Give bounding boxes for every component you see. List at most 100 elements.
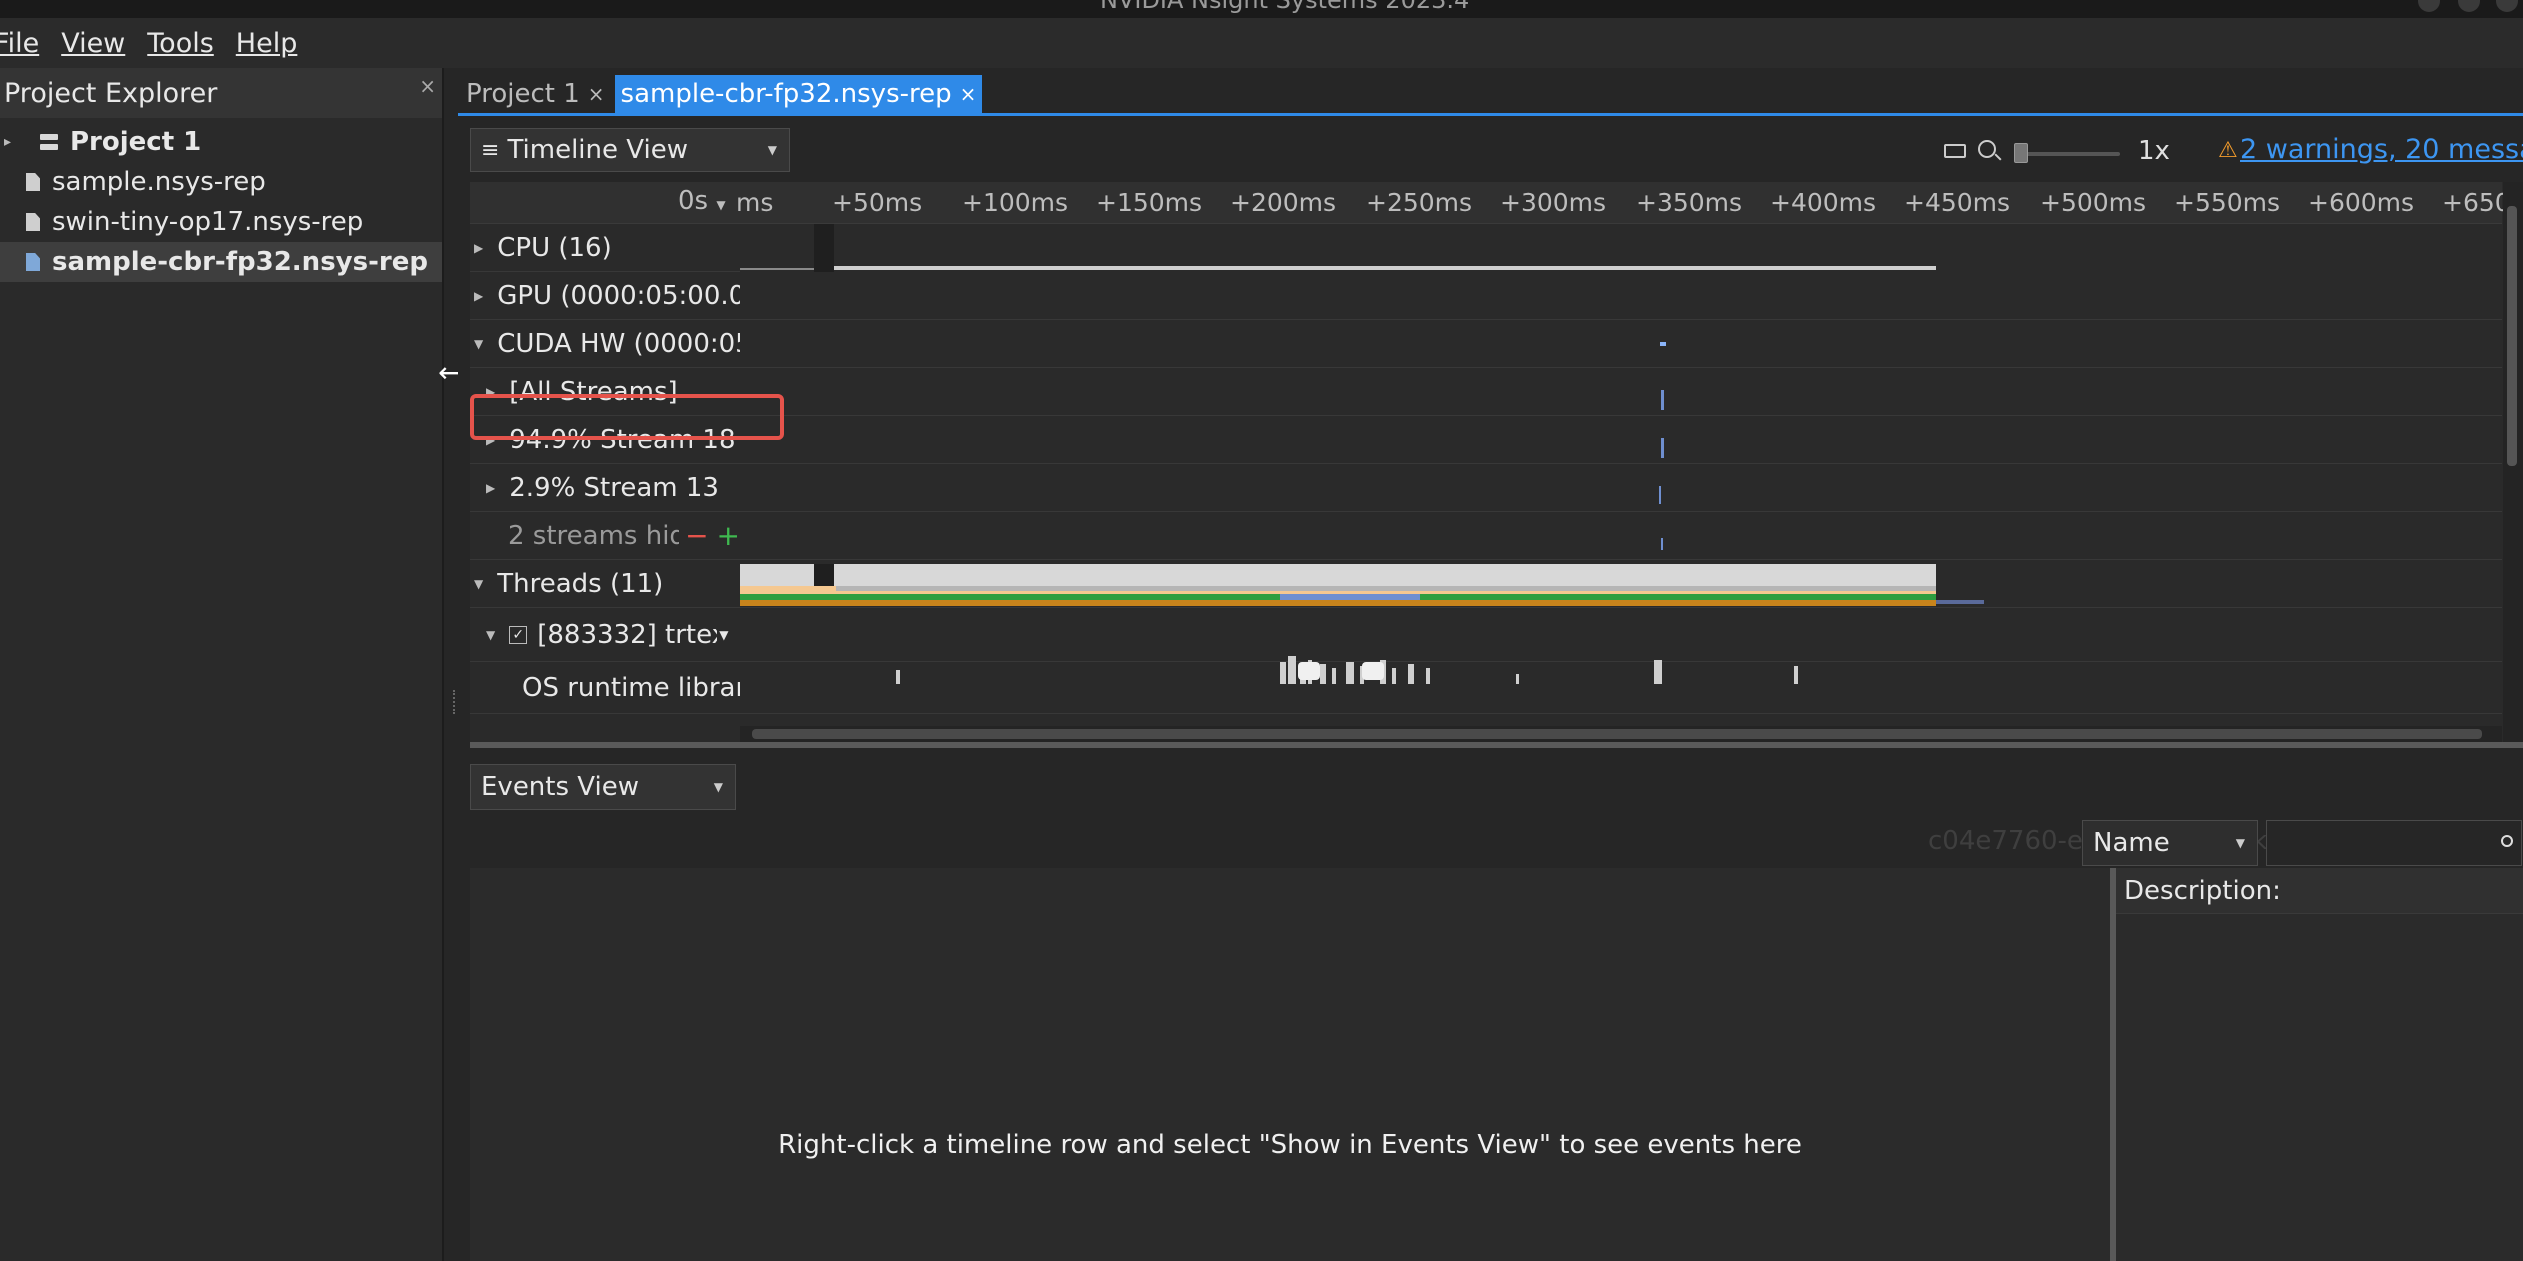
description-label: Description: — [2116, 868, 2523, 914]
chevron-right-icon[interactable]: ▶ — [486, 433, 495, 447]
events-empty-message: Right-click a timeline row and select "S… — [778, 1130, 1802, 1160]
chevron-right-icon[interactable]: ▸ — [4, 134, 18, 150]
scrollbar-thumb[interactable] — [752, 729, 2482, 739]
ruler-tick: +450ms — [1904, 188, 2011, 217]
close-icon[interactable]: × — [960, 82, 977, 106]
row-label[interactable]: OS runtime librarie — [522, 662, 740, 714]
ruler-tick: +500ms — [2040, 188, 2147, 217]
chevron-down-icon: ▼ — [713, 780, 723, 794]
warnings-link[interactable]: 2 warnings, 20 messages — [2240, 134, 2523, 165]
tree-item-file[interactable]: swin-tiny-op17.nsys-rep — [0, 202, 442, 242]
row-label[interactable]: ▼ ✓ [883332] trtexec ▼ — [486, 608, 740, 662]
tab-label: Project 1 — [466, 79, 580, 109]
ruler-tick: +550ms — [2174, 188, 2281, 217]
close-window-icon[interactable] — [2496, 0, 2518, 12]
menu-icon: ≡ — [481, 137, 500, 163]
chevron-right-icon[interactable]: ▶ — [474, 241, 483, 255]
menu-bar: File View Tools Help — [0, 18, 2523, 68]
document-tabs: Project 1 × sample-cbr-fp32.nsys-rep × — [458, 75, 2523, 116]
file-icon — [26, 173, 40, 191]
scrollbar-thumb[interactable] — [2507, 206, 2517, 466]
row-label[interactable]: ▶ 94.9% Stream 18 — [486, 416, 740, 463]
ruler-tick: +250ms — [1366, 188, 1473, 217]
tree-item-label: Project 1 — [70, 127, 202, 157]
menu-file[interactable]: File — [0, 28, 39, 59]
file-icon — [26, 253, 40, 271]
chevron-down-icon[interactable]: ▼ — [486, 628, 495, 642]
row-label[interactable]: ▶ [All Streams] — [486, 368, 740, 415]
chevron-right-icon[interactable]: ▶ — [486, 481, 495, 495]
events-view-select[interactable]: Events View ▼ — [470, 764, 736, 810]
file-icon — [26, 213, 40, 231]
row-label[interactable]: ▶ 2.9% Stream 13 — [486, 464, 740, 511]
ruler-zero-label[interactable]: 0s ▼ — [678, 186, 726, 216]
chevron-right-icon[interactable]: ▶ — [474, 289, 483, 303]
ruler-tick: +100ms — [962, 188, 1069, 217]
chevron-down-icon[interactable]: ▼ — [474, 577, 483, 591]
window-title: NVIDIA Nsight Systems 2023.4 — [1100, 0, 1470, 14]
search-icon — [2501, 835, 2513, 847]
maximize-icon[interactable] — [2458, 0, 2480, 12]
timeline-horizontal-scrollbar[interactable] — [740, 726, 2502, 742]
tree-item-label: sample.nsys-rep — [52, 167, 266, 197]
filter-column-label: Name — [2093, 828, 2170, 858]
timeline-trace-canvas[interactable] — [740, 224, 2502, 724]
timeline-view-select[interactable]: ≡ Timeline View ▼ — [470, 128, 790, 172]
row-label[interactable]: ▼CUDA HW (0000:05:0 — [474, 320, 740, 367]
window-titlebar: NVIDIA Nsight Systems 2023.4 — [0, 0, 2523, 18]
splitter-grip[interactable] — [453, 690, 457, 714]
view-select-label: Timeline View — [507, 135, 688, 165]
close-icon[interactable]: × — [419, 74, 436, 98]
timeline-toolbar: ≡ Timeline View ▼ 1x ⚠ 2 warnings, 20 me… — [470, 128, 2523, 174]
project-icon — [40, 134, 58, 150]
thread-checkbox[interactable]: ✓ — [509, 626, 528, 644]
main-area: Project 1 × sample-cbr-fp32.nsys-rep × ≡… — [458, 68, 2523, 1261]
time-ruler[interactable]: 0s ▼ ms +50ms +100ms +150ms +200ms +250m… — [470, 182, 2511, 224]
collapse-button[interactable]: − — [685, 519, 708, 552]
minimize-icon[interactable] — [2418, 0, 2440, 12]
tree-item-file[interactable]: sample.nsys-rep — [0, 162, 442, 202]
tab-sample-cbr-fp32[interactable]: sample-cbr-fp32.nsys-rep × — [614, 75, 983, 113]
project-explorer-title: Project Explorer — [4, 77, 218, 109]
tree-item-project[interactable]: ▸ Project 1 — [0, 122, 442, 162]
tab-label: sample-cbr-fp32.nsys-rep — [620, 79, 952, 109]
expand-button[interactable]: + — [717, 519, 740, 552]
row-label[interactable]: ▶GPU (0000:05:00.0 - N — [474, 272, 740, 319]
close-icon[interactable]: × — [588, 82, 605, 106]
zoom-slider[interactable] — [2014, 143, 2120, 163]
events-view-label: Events View — [481, 772, 639, 802]
zoom-out-icon[interactable] — [1978, 140, 1996, 158]
row-label[interactable]: ▼ Threads (11) — [474, 560, 740, 607]
events-toolbar: Events View ▼ c04e7760-e4059-a1_9xhkZF86… — [470, 756, 2523, 866]
ruler-tick: +400ms — [1770, 188, 1877, 217]
row-label[interactable]: ▶ CPU (16) — [474, 224, 740, 271]
chevron-down-icon: ▼ — [767, 143, 777, 157]
chevron-down-icon[interactable]: ▼ — [719, 628, 728, 642]
ruler-tick: +600ms — [2308, 188, 2415, 217]
menu-tools[interactable]: Tools — [147, 28, 214, 59]
keyboard-icon[interactable] — [1944, 144, 1966, 158]
pane-splitter[interactable] — [470, 742, 2523, 748]
zoom-level: 1x — [2138, 136, 2170, 166]
ruler-tick: +350ms — [1636, 188, 1743, 217]
ruler-tick: +200ms — [1230, 188, 1337, 217]
tree-item-file-selected[interactable]: sample-cbr-fp32.nsys-rep — [0, 242, 442, 282]
events-filter-column-select[interactable]: Name ▼ — [2082, 820, 2258, 866]
chevron-right-icon[interactable]: ▶ — [486, 385, 495, 399]
tree-item-label: sample-cbr-fp32.nsys-rep — [52, 247, 428, 277]
tab-project-1[interactable]: Project 1 × — [460, 75, 611, 113]
warning-icon: ⚠ — [2218, 138, 2238, 163]
ruler-tick: ms — [736, 188, 774, 217]
project-explorer-panel: Project Explorer × ▸ Project 1 sample.ns… — [0, 68, 444, 1261]
zoom-slider-thumb[interactable] — [2014, 143, 2028, 163]
chevron-down-icon[interactable]: ▼ — [474, 337, 483, 351]
row-label: 2 streams hidde − + — [508, 519, 740, 552]
events-search-input[interactable] — [2266, 820, 2522, 866]
menu-view[interactable]: View — [61, 28, 125, 59]
menu-help[interactable]: Help — [236, 28, 298, 59]
timeline-vertical-scrollbar[interactable] — [2503, 182, 2523, 742]
ruler-tick: +300ms — [1500, 188, 1607, 217]
ruler-tick: +50ms — [832, 188, 923, 217]
events-table[interactable]: Right-click a timeline row and select "S… — [470, 868, 2110, 1261]
chevron-down-icon: ▼ — [2235, 836, 2245, 850]
